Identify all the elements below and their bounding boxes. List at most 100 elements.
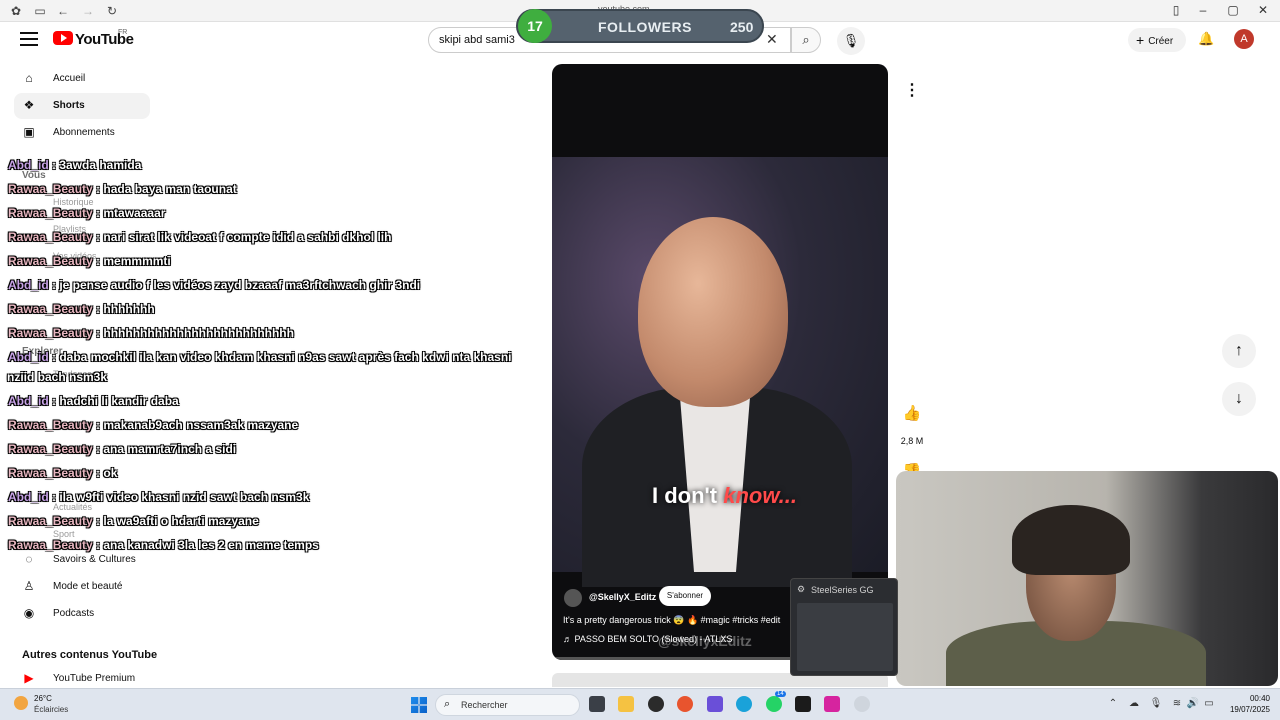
chat-message: Abd_id : 3awda hamida [8,158,141,172]
whatsapp-badge: 14 [775,691,786,697]
search-value: skipi abd sami3 [439,34,515,46]
chat-text: : la wa9afti o hdarti mazyane [92,514,259,528]
minimize-button[interactable]: – [1193,3,1213,17]
podcast-icon: ◉ [23,606,35,620]
sidebar-item-home[interactable]: ⌂ Accueil [14,66,150,92]
chat-message: Abd_id : daba mochkil ila kan video khda… [8,350,512,364]
home-icon: ⌂ [25,71,33,85]
chat-message: Abd_id : je pense audio f les vidéos zay… [8,278,420,292]
sidebar-item-subscriptions[interactable]: ▣ Abonnements [14,120,150,146]
wifi-icon[interactable]: ≋ [1170,698,1184,709]
search-button[interactable]: ⌕ [791,27,821,53]
chat-username: Abd_id [8,278,49,292]
arrow-down-icon: ↓ [1235,390,1243,407]
short-video-player[interactable]: I don't know... @skellyxEditz @SkellyX_E… [552,64,888,660]
volume-icon[interactable]: 🔊 [1186,698,1200,709]
webcam-overlay [896,471,1278,686]
sidebar-item-shorts[interactable]: ❖ Shorts [14,93,150,119]
sidebar-item-fashion[interactable]: ♙ Mode et beauté [14,574,150,600]
reload-icon[interactable]: ↻ [104,3,120,19]
obs-icon[interactable] [648,696,664,712]
chat-username: Rawaa_Beauty [8,230,93,244]
clear-search-icon[interactable]: ✕ [766,31,778,48]
weather-description[interactable]: Éclaircies [34,705,68,714]
video-caption: I don't know... [652,483,797,509]
sidebar-item-premium[interactable]: ▶ YouTube Premium [14,668,150,688]
steelseries-thumbnail[interactable] [797,603,893,671]
more-options-icon[interactable]: ⋮ [902,80,922,102]
video-music[interactable]: ♬ PASSO BEM SOLTO (Slowed) - ATLXS [563,634,732,644]
plus-icon: + [1136,32,1145,48]
avatar[interactable]: A [1234,29,1254,49]
notifications-bell-icon[interactable]: 🔔 [1198,31,1214,47]
chat-text: : nari sirat lik videoat f compte idid a… [92,230,392,244]
chat-username: Abd_id [8,350,49,364]
chat-text: : daba mochkil ila kan video khdam khasn… [48,350,512,364]
tray-chevron-icon[interactable]: ⌃ [1106,698,1120,709]
chat-message: Abd_id : ila w9fti video khasni nzid saw… [8,490,309,504]
hanger-icon: ♙ [23,579,35,593]
region-code: FR [118,29,128,36]
chat-text: : 3awda hamida [48,158,142,172]
sidebar-item-label: Accueil [53,73,86,84]
forward-icon[interactable]: → [80,3,96,19]
whatsapp-icon[interactable] [766,696,782,712]
chat-message: Rawaa_Beauty : ana mamrta7inch a sidi [8,442,236,456]
sidebar-item-podcasts[interactable]: ◉ Podcasts [14,601,150,627]
chat-message: Rawaa_Beauty : makanab9ach nssam3ak mazy… [8,418,298,432]
weather-temperature[interactable]: 26°C [34,694,52,703]
create-button[interactable]: + Créer [1128,28,1186,52]
edge-icon[interactable] [736,696,752,712]
video-title[interactable]: It's a pretty dangerous trick 😨 🔥 #magic… [563,615,780,626]
channel-avatar[interactable] [564,589,582,607]
split-icon[interactable]: ▯ [1166,3,1186,17]
youtube-premium-icon: ▶ [24,671,34,685]
chat-text: : je pense audio f les vidéos zayd bzaaa… [48,278,421,292]
settings-icon[interactable] [854,696,870,712]
mic-tray-icon[interactable]: 🎙 [1149,698,1163,709]
clock-time[interactable]: 00:40 [1230,694,1270,703]
app-icon[interactable] [795,696,811,712]
like-count: 2,8 M [900,436,924,446]
taskbar-search-input[interactable]: ⌕ Rechercher [435,694,580,716]
followers-goal-widget: 17 FOLLOWERS 250 [516,9,764,43]
chat-text: : hadchi li kandir daba [48,394,179,408]
chat-username: Rawaa_Beauty [8,302,93,316]
instagram-icon[interactable] [824,696,840,712]
weather-icon[interactable] [14,696,28,710]
chat-text: : ok [92,466,118,480]
next-short-button[interactable]: ↓ [1222,382,1256,416]
webcam-person-hair [1012,505,1130,575]
browser-logo-icon[interactable]: ✿ [8,3,24,19]
steelseries-preview-popup[interactable]: ⚙ SteelSeries GG [790,578,898,676]
chat-username: Rawaa_Beauty [8,418,93,432]
subscribe-button[interactable]: S'abonner [659,586,711,606]
sidebar-item-label: YouTube Premium [53,673,136,684]
browser-app-icon[interactable] [707,696,723,712]
youtube-logo-icon[interactable] [53,31,73,45]
cloud-icon[interactable]: ☁ [1127,698,1141,709]
search-icon: ⌕ [444,698,451,710]
firefox-icon[interactable] [677,696,693,712]
clock-date[interactable]: 19/07/2025 [1216,705,1270,714]
menu-icon[interactable] [20,32,38,46]
back-icon[interactable]: ← [55,3,71,19]
chat-message: Rawaa_Beauty : hhhhhhhhhhhhhhhhhhhhhhhhh… [8,326,294,340]
voice-search-button[interactable]: 🎙 [837,27,865,55]
close-window-button[interactable]: ✕ [1253,3,1273,17]
steelseries-icon: ⚙ [797,584,806,594]
sidebar-item-label: Mode et beauté [53,581,123,592]
like-icon[interactable]: 👍 [898,404,926,422]
tabs-icon[interactable]: ▭ [32,3,48,19]
previous-short-button[interactable]: ↑ [1222,334,1256,368]
windows-start-icon[interactable] [411,697,427,713]
channel-name[interactable]: @SkellyX_Editz [589,592,656,602]
battery-icon[interactable]: ▭ [1202,698,1216,709]
chat-username: Rawaa_Beauty [8,514,93,528]
maximize-button[interactable]: ▢ [1223,3,1243,17]
task-view-icon[interactable] [589,696,605,712]
file-explorer-icon[interactable] [618,696,634,712]
search-icon: ⌕ [802,32,810,47]
chat-text: : makanab9ach nssam3ak mazyane [92,418,299,432]
sidebar-item-label: Abonnements [53,127,115,138]
